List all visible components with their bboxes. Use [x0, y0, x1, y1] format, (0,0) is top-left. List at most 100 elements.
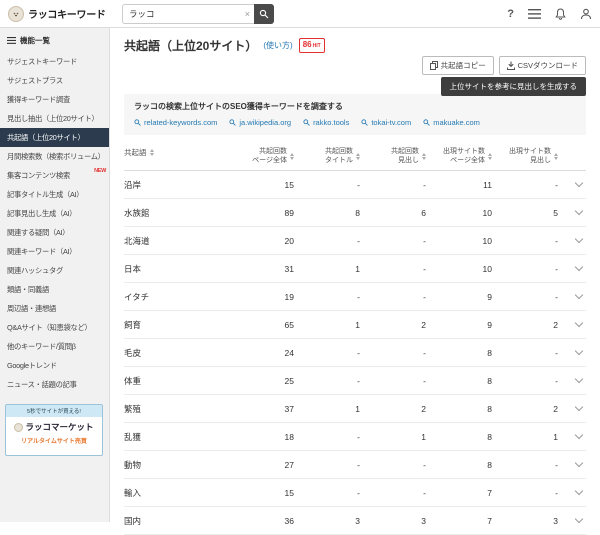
copy-icon — [430, 61, 438, 70]
row-expand[interactable] — [558, 267, 586, 270]
row-expand[interactable] — [558, 211, 586, 214]
chevron-down-icon[interactable] — [575, 291, 583, 299]
sidebar-item[interactable]: サジェストプラス — [0, 71, 109, 90]
sidebar-item[interactable]: 獲得キーワード調査 — [0, 90, 109, 109]
column-header[interactable]: 共起回数ページ全体 — [228, 147, 294, 165]
csv-download-button[interactable]: CSVダウンロード — [499, 56, 586, 75]
site-link-label: ja.wikipedia.org — [239, 118, 291, 127]
row-expand[interactable] — [558, 491, 586, 494]
sidebar-item[interactable]: 周辺語・連想語 — [0, 299, 109, 318]
cooccurrence-word: 飼育 — [124, 319, 228, 331]
cell-value: 3 — [294, 516, 360, 526]
sidebar-item[interactable]: 共起語（上位20サイト） — [0, 128, 109, 147]
chevron-down-icon[interactable] — [575, 319, 583, 327]
column-header[interactable]: 出現サイト数見出し — [492, 147, 558, 165]
cell-value: 10 — [426, 264, 492, 274]
cooccurrence-word: 北海道 — [124, 235, 228, 247]
sidebar-item[interactable]: 集客コンテンツ検索NEW — [0, 166, 109, 185]
column-header[interactable]: 共起回数タイトル — [294, 147, 360, 165]
chevron-down-icon[interactable] — [575, 263, 583, 271]
sidebar-item-label: 類語・同義語 — [7, 285, 49, 294]
chevron-down-icon[interactable] — [575, 459, 583, 467]
row-expand[interactable] — [558, 379, 586, 382]
help-icon[interactable]: ? — [507, 8, 514, 20]
usage-link[interactable]: (使い方) — [263, 40, 292, 51]
row-expand[interactable] — [558, 323, 586, 326]
logo[interactable]: ラッコキーワード — [0, 6, 106, 22]
column-label: 出現サイト数見出し — [509, 147, 551, 165]
sidebar-item[interactable]: 関連する疑問（AI） — [0, 223, 109, 242]
cell-value: 65 — [228, 320, 294, 330]
row-expand[interactable] — [558, 351, 586, 354]
menu-icon[interactable] — [528, 9, 541, 19]
cell-value: - — [492, 292, 558, 302]
copy-cooccurrence-button[interactable]: 共起語コピー — [422, 56, 494, 75]
sidebar-ad-banner[interactable]: 5秒でサイトが買える! ラッコマーケット リアルタイムサイト売買 — [5, 404, 103, 456]
sidebar-item[interactable]: 他のキーワード/質問β — [0, 337, 109, 356]
site-link[interactable]: rakko.tools — [303, 118, 349, 127]
chevron-down-icon[interactable] — [575, 487, 583, 495]
table-row: 飼育651292 — [124, 311, 586, 339]
row-expand[interactable] — [558, 407, 586, 410]
column-header[interactable]: 出現サイト数ページ全体 — [426, 147, 492, 165]
column-label: 出現サイト数ページ全体 — [443, 147, 485, 165]
cell-value: 89 — [228, 208, 294, 218]
hit-label: HIT — [313, 41, 321, 52]
column-label-top: 共起回数 — [325, 147, 353, 156]
clear-search-icon[interactable]: × — [245, 8, 250, 20]
search-input[interactable] — [122, 4, 254, 24]
chevron-down-icon[interactable] — [575, 403, 583, 411]
sidebar-item-label: 記事見出し生成（AI） — [7, 209, 76, 218]
user-icon[interactable] — [580, 8, 592, 20]
cell-value: 27 — [228, 460, 294, 470]
row-expand[interactable] — [558, 295, 586, 298]
chevron-down-icon[interactable] — [575, 207, 583, 215]
generate-headings-button[interactable]: 上位サイトを参考に見出しを生成する — [441, 77, 587, 96]
row-expand[interactable] — [558, 183, 586, 186]
cell-value: - — [294, 292, 360, 302]
site-link[interactable]: tokai-tv.com — [361, 118, 411, 127]
cell-value: - — [492, 488, 558, 498]
search-icon — [134, 119, 141, 126]
column-header-word[interactable]: 共起語 — [124, 147, 228, 158]
sidebar-item[interactable]: 関連キーワード（AI） — [0, 242, 109, 261]
sidebar-item[interactable]: サジェストキーワード — [0, 52, 109, 71]
cell-value: - — [492, 236, 558, 246]
chevron-down-icon[interactable] — [575, 347, 583, 355]
sidebar-item[interactable]: 記事見出し生成（AI） — [0, 204, 109, 223]
sidebar-item[interactable]: 月間検索数（検索ボリューム） — [0, 147, 109, 166]
sidebar-item-label: 共起語（上位20サイト） — [7, 133, 85, 142]
site-link-label: rakko.tools — [313, 118, 349, 127]
row-expand[interactable] — [558, 435, 586, 438]
row-expand[interactable] — [558, 463, 586, 466]
sidebar-item[interactable]: Q&Aサイト（知恵袋など） — [0, 318, 109, 337]
sidebar-item[interactable]: 関連ハッシュタグ — [0, 261, 109, 280]
table-body: 沿岸15--11-水族館8986105北海道20--10-日本311-10-イタ… — [124, 171, 586, 535]
sidebar-item-label: サジェストプラス — [7, 76, 63, 85]
logo-text: ラッコキーワード — [28, 6, 106, 21]
cell-value: 37 — [228, 404, 294, 414]
table-row: 乱獲18-181 — [124, 423, 586, 451]
sidebar-item[interactable]: ニュース・話題の記事 — [0, 375, 109, 394]
cell-value: - — [492, 460, 558, 470]
bell-icon[interactable] — [555, 8, 566, 20]
chevron-down-icon[interactable] — [575, 179, 583, 187]
cell-value: 36 — [228, 516, 294, 526]
chevron-down-icon[interactable] — [575, 235, 583, 243]
chevron-down-icon[interactable] — [575, 431, 583, 439]
column-header[interactable]: 共起回数見出し — [360, 147, 426, 165]
sidebar-item[interactable]: 見出し抽出（上位20サイト） — [0, 109, 109, 128]
chevron-down-icon[interactable] — [575, 375, 583, 383]
sidebar-item[interactable]: 類語・同義語 — [0, 280, 109, 299]
cell-value: 8 — [294, 208, 360, 218]
site-link[interactable]: ja.wikipedia.org — [229, 118, 291, 127]
cell-value: 1 — [294, 264, 360, 274]
otter-logo-icon — [8, 6, 24, 22]
site-link[interactable]: makuake.com — [423, 118, 480, 127]
search-icon — [361, 119, 368, 126]
sidebar-item[interactable]: Googleトレンド — [0, 356, 109, 375]
site-link[interactable]: related-keywords.com — [134, 118, 217, 127]
sidebar-item[interactable]: 記事タイトル生成（AI） — [0, 185, 109, 204]
row-expand[interactable] — [558, 239, 586, 242]
search-button[interactable] — [254, 4, 274, 24]
